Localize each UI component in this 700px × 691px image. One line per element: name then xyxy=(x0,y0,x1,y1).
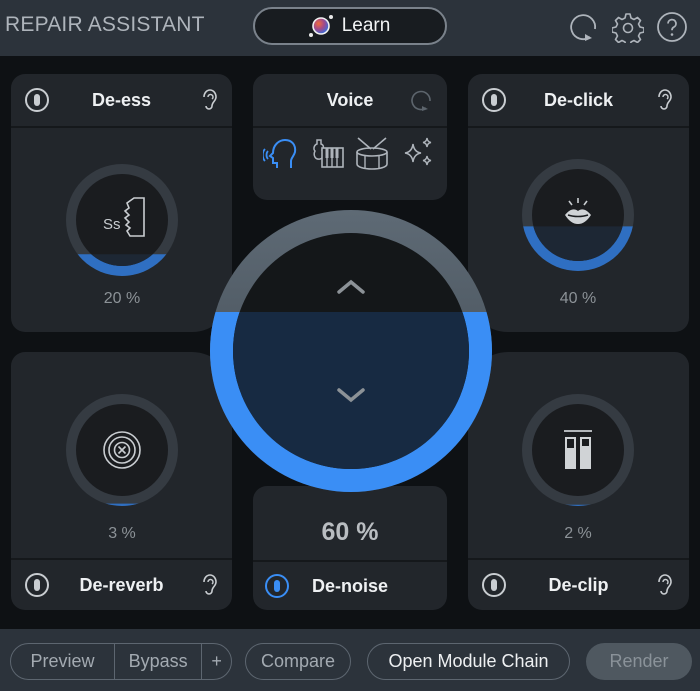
de-reverb-listen-ear-icon[interactable] xyxy=(199,571,221,597)
de-noise-value: 60 % xyxy=(321,518,379,546)
divider xyxy=(11,126,232,128)
preview-bypass-group: Preview Bypass + xyxy=(10,643,232,680)
de-reverb-value: 3 % xyxy=(108,525,136,542)
compare-button[interactable]: Compare xyxy=(245,643,351,680)
de-click-value: 40 % xyxy=(559,290,597,307)
de-reverb-knob[interactable] xyxy=(65,393,179,507)
de-click-knob[interactable] xyxy=(521,158,635,272)
sparkles-icon[interactable] xyxy=(403,136,437,170)
divider xyxy=(253,126,447,128)
de-noise-main-dial[interactable] xyxy=(210,210,492,492)
reset-icon[interactable] xyxy=(568,11,600,43)
de-clip-power-toggle[interactable] xyxy=(482,573,506,597)
learn-orb-icon xyxy=(308,15,333,37)
settings-gear-icon[interactable] xyxy=(611,11,645,47)
voice-reset-icon[interactable] xyxy=(410,88,434,112)
de-noise-card: De-noise xyxy=(253,486,447,610)
de-ess-value: 20 % xyxy=(103,290,141,307)
voice-title: Voice xyxy=(326,89,374,110)
help-icon[interactable] xyxy=(656,11,688,43)
learn-label: Learn xyxy=(341,15,391,36)
de-ess-listen-ear-icon[interactable] xyxy=(199,86,221,112)
svg-text:Ss: Ss xyxy=(103,216,121,233)
reverb-target-icon xyxy=(103,431,141,469)
de-reverb-power-toggle[interactable] xyxy=(25,573,49,597)
de-clip-knob[interactable] xyxy=(521,393,635,507)
voice-type-card: Voice xyxy=(253,74,447,200)
bottom-bar: Preview Bypass + Compare Open Module Cha… xyxy=(0,629,700,691)
knob-face xyxy=(532,404,624,496)
de-ess-knob[interactable]: Ss xyxy=(65,163,179,277)
de-click-power-toggle[interactable] xyxy=(482,88,506,112)
de-ess-power-toggle[interactable] xyxy=(25,88,49,112)
de-clip-title: De-clip xyxy=(548,574,609,595)
de-ess-title: De-ess xyxy=(91,89,152,110)
learn-button[interactable]: Learn xyxy=(253,7,447,45)
divider xyxy=(468,126,689,128)
top-bar: REPAIR ASSISTANT Learn xyxy=(0,0,700,56)
de-clip-value: 2 % xyxy=(564,525,592,542)
de-noise-power-toggle[interactable] xyxy=(265,574,289,598)
add-bypass-button[interactable]: + xyxy=(201,644,231,679)
drum-icon[interactable] xyxy=(354,134,390,172)
bypass-button[interactable]: Bypass xyxy=(114,644,201,679)
de-click-title: De-click xyxy=(543,89,614,110)
de-click-listen-ear-icon[interactable] xyxy=(654,86,676,112)
instruments-icon[interactable] xyxy=(311,136,345,170)
app-title: REPAIR ASSISTANT xyxy=(5,13,205,36)
preview-button[interactable]: Preview xyxy=(11,644,114,679)
de-noise-title: De-noise xyxy=(311,575,389,596)
de-reverb-title: De-reverb xyxy=(79,574,164,595)
knob-face xyxy=(76,174,168,266)
open-module-chain-button[interactable]: Open Module Chain xyxy=(367,643,570,680)
voice-speaking-head-icon[interactable] xyxy=(263,138,299,172)
render-button[interactable]: Render xyxy=(586,643,692,680)
de-clip-listen-ear-icon[interactable] xyxy=(654,571,676,597)
